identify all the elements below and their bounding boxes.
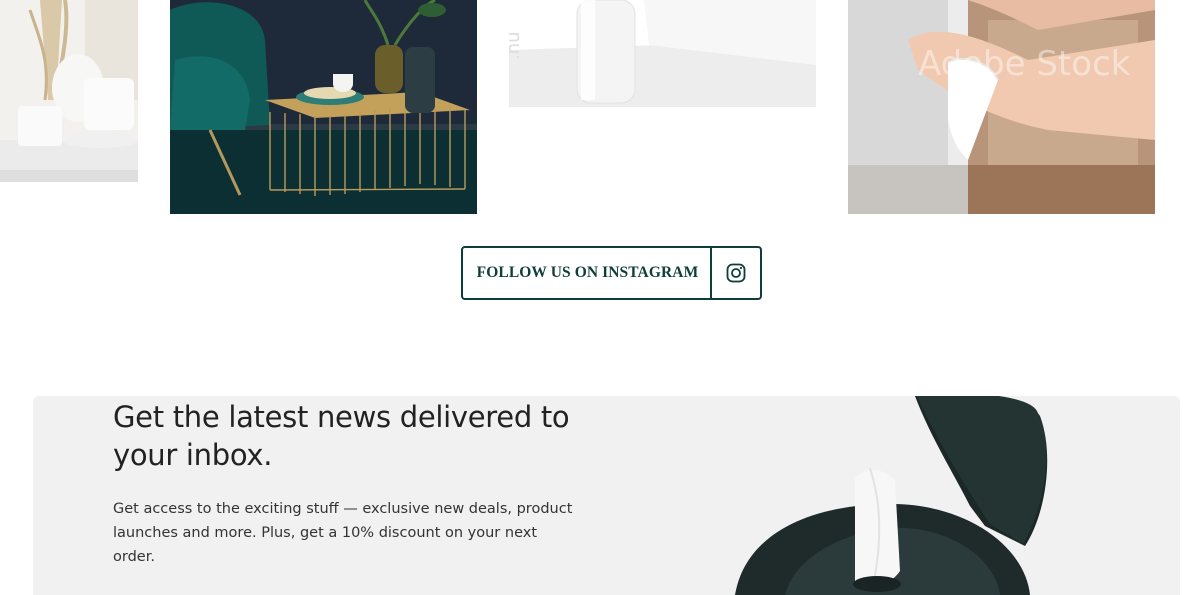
newsletter-description: Get access to the exciting stuff — exclu… xyxy=(113,501,573,565)
newsletter-title: Get the latest news delivered to your in… xyxy=(113,400,570,472)
gallery-image-bottle[interactable]: .nu xyxy=(509,0,816,107)
kitchenware-photo xyxy=(0,0,138,182)
gallery-image-armchair[interactable] xyxy=(170,0,477,214)
white-bottle-photo: .nu xyxy=(509,0,816,107)
newsletter-section: Get the latest news delivered to your in… xyxy=(33,396,1180,595)
hands-wipe-photo xyxy=(848,0,1155,214)
svg-text:.nu: .nu xyxy=(509,31,524,60)
teal-armchair-photo xyxy=(170,0,477,214)
gallery-image-wipe[interactable]: Adobe Stock xyxy=(848,0,1155,214)
gallery-image-kitchenware[interactable] xyxy=(0,0,138,182)
watermark-text: Adobe Stock xyxy=(918,44,1131,84)
instagram-icon xyxy=(710,248,760,298)
follow-instagram-label: FOLLOW US ON INSTAGRAM xyxy=(476,264,699,281)
wipes-dispenser-image xyxy=(725,396,1065,595)
follow-instagram-button[interactable]: FOLLOW US ON INSTAGRAM xyxy=(461,246,762,300)
